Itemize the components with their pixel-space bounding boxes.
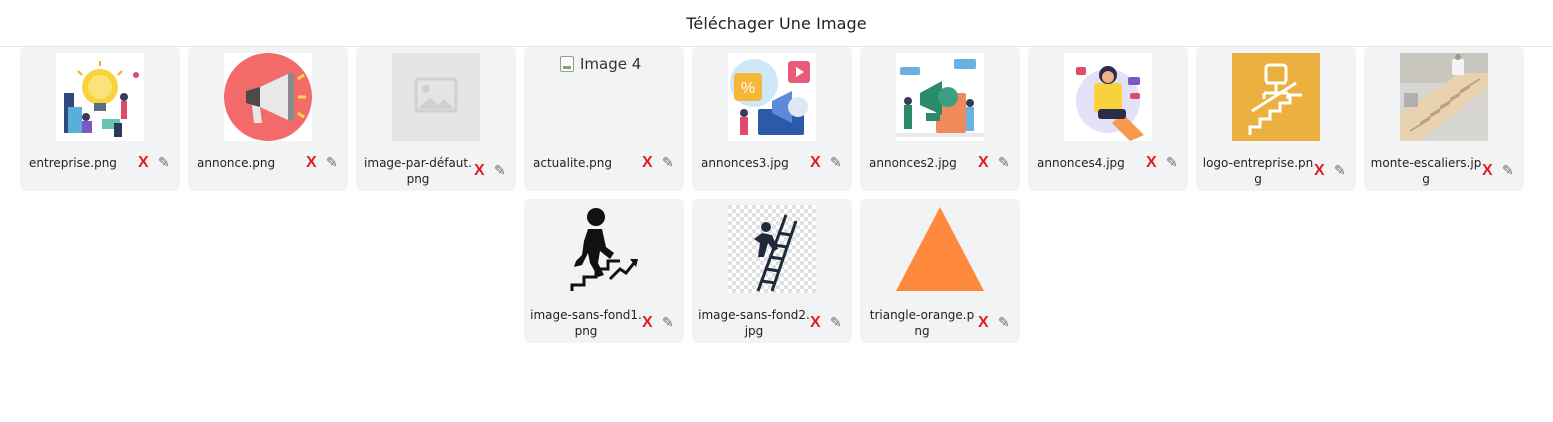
image-thumbnail[interactable] [1232,53,1320,141]
image-thumbnail[interactable]: % [728,53,816,141]
delete-button[interactable]: X [1146,154,1160,172]
page-title: Téléchager Une Image [686,13,867,33]
image-filename: annonces3.jpg [701,156,789,170]
delete-button[interactable]: X [642,314,656,332]
image-filename: annonce.png [197,156,276,170]
image-filename: triangle-orange.png [869,308,975,338]
pencil-icon[interactable]: ✎ [158,155,172,171]
image-filename: logo-entreprise.png [1202,156,1314,186]
image-filename: image-sans-fond1.png [530,308,642,338]
image-filename: image-par-défaut.png [364,156,472,186]
image-thumbnail[interactable] [728,205,816,293]
pencil-icon[interactable]: ✎ [662,155,676,171]
image-thumbnail[interactable] [896,53,984,141]
image-thumbnail[interactable] [896,205,984,293]
pencil-icon[interactable]: ✎ [494,163,508,179]
pencil-icon[interactable]: ✎ [830,315,844,331]
image-filename: actualite.png [533,156,613,170]
image-thumbnail[interactable] [392,53,480,141]
image-alt-text: Image 4 [580,55,642,73]
pencil-icon[interactable]: ✎ [1502,163,1516,179]
pencil-icon[interactable]: ✎ [1334,163,1348,179]
image-filename: image-sans-fond2.jpg [698,308,810,338]
pencil-icon[interactable]: ✎ [830,155,844,171]
page-header: Téléchager Une Image [0,0,1553,47]
image-gallery: entreprise.png X ✎ annonce.png X ✎ image… [0,47,1553,422]
image-card: annonces4.jpg X ✎ [1028,47,1188,191]
delete-button[interactable]: X [810,154,824,172]
image-card: entreprise.png X ✎ [20,47,180,191]
delete-button[interactable]: X [1482,162,1496,180]
image-filename: entreprise.png [29,156,117,170]
delete-button[interactable]: X [978,154,992,172]
image-filename: annonces2.jpg [869,156,957,170]
image-card: image-par-défaut.png X ✎ [356,47,516,191]
image-thumbnail[interactable] [224,53,312,141]
delete-button[interactable]: X [306,154,320,172]
image-thumbnail[interactable]: Image 4 [560,55,660,75]
delete-button[interactable]: X [474,162,488,180]
svg-text:%: % [741,80,755,97]
image-card: image-sans-fond1.png X ✎ [524,199,684,343]
pencil-icon[interactable]: ✎ [998,155,1012,171]
delete-button[interactable]: X [1314,162,1328,180]
image-card: monte-escaliers.jpg X ✎ [1364,47,1524,191]
image-thumbnail[interactable] [1064,53,1152,141]
image-thumbnail[interactable] [1400,53,1488,141]
image-card: Image 4 actualite.png X ✎ [524,47,684,191]
image-thumbnail[interactable] [56,53,144,141]
image-card: image-sans-fond2.jpg X ✎ [692,199,852,343]
image-card: logo-entreprise.png X ✎ [1196,47,1356,191]
pencil-icon[interactable]: ✎ [326,155,340,171]
delete-button[interactable]: X [978,314,992,332]
image-card: % annonces3.jpg X ✎ [692,47,852,191]
image-card: annonces2.jpg X ✎ [860,47,1020,191]
delete-button[interactable]: X [642,154,656,172]
pencil-icon[interactable]: ✎ [998,315,1012,331]
image-thumbnail[interactable] [560,205,648,293]
image-card: annonce.png X ✎ [188,47,348,191]
broken-image-icon [560,56,574,72]
image-card: triangle-orange.png X ✎ [860,199,1020,343]
pencil-icon[interactable]: ✎ [662,315,676,331]
image-filename: annonces4.jpg [1037,156,1125,170]
image-filename: monte-escaliers.jpg [1370,156,1482,186]
delete-button[interactable]: X [138,154,152,172]
pencil-icon[interactable]: ✎ [1166,155,1180,171]
delete-button[interactable]: X [810,314,824,332]
